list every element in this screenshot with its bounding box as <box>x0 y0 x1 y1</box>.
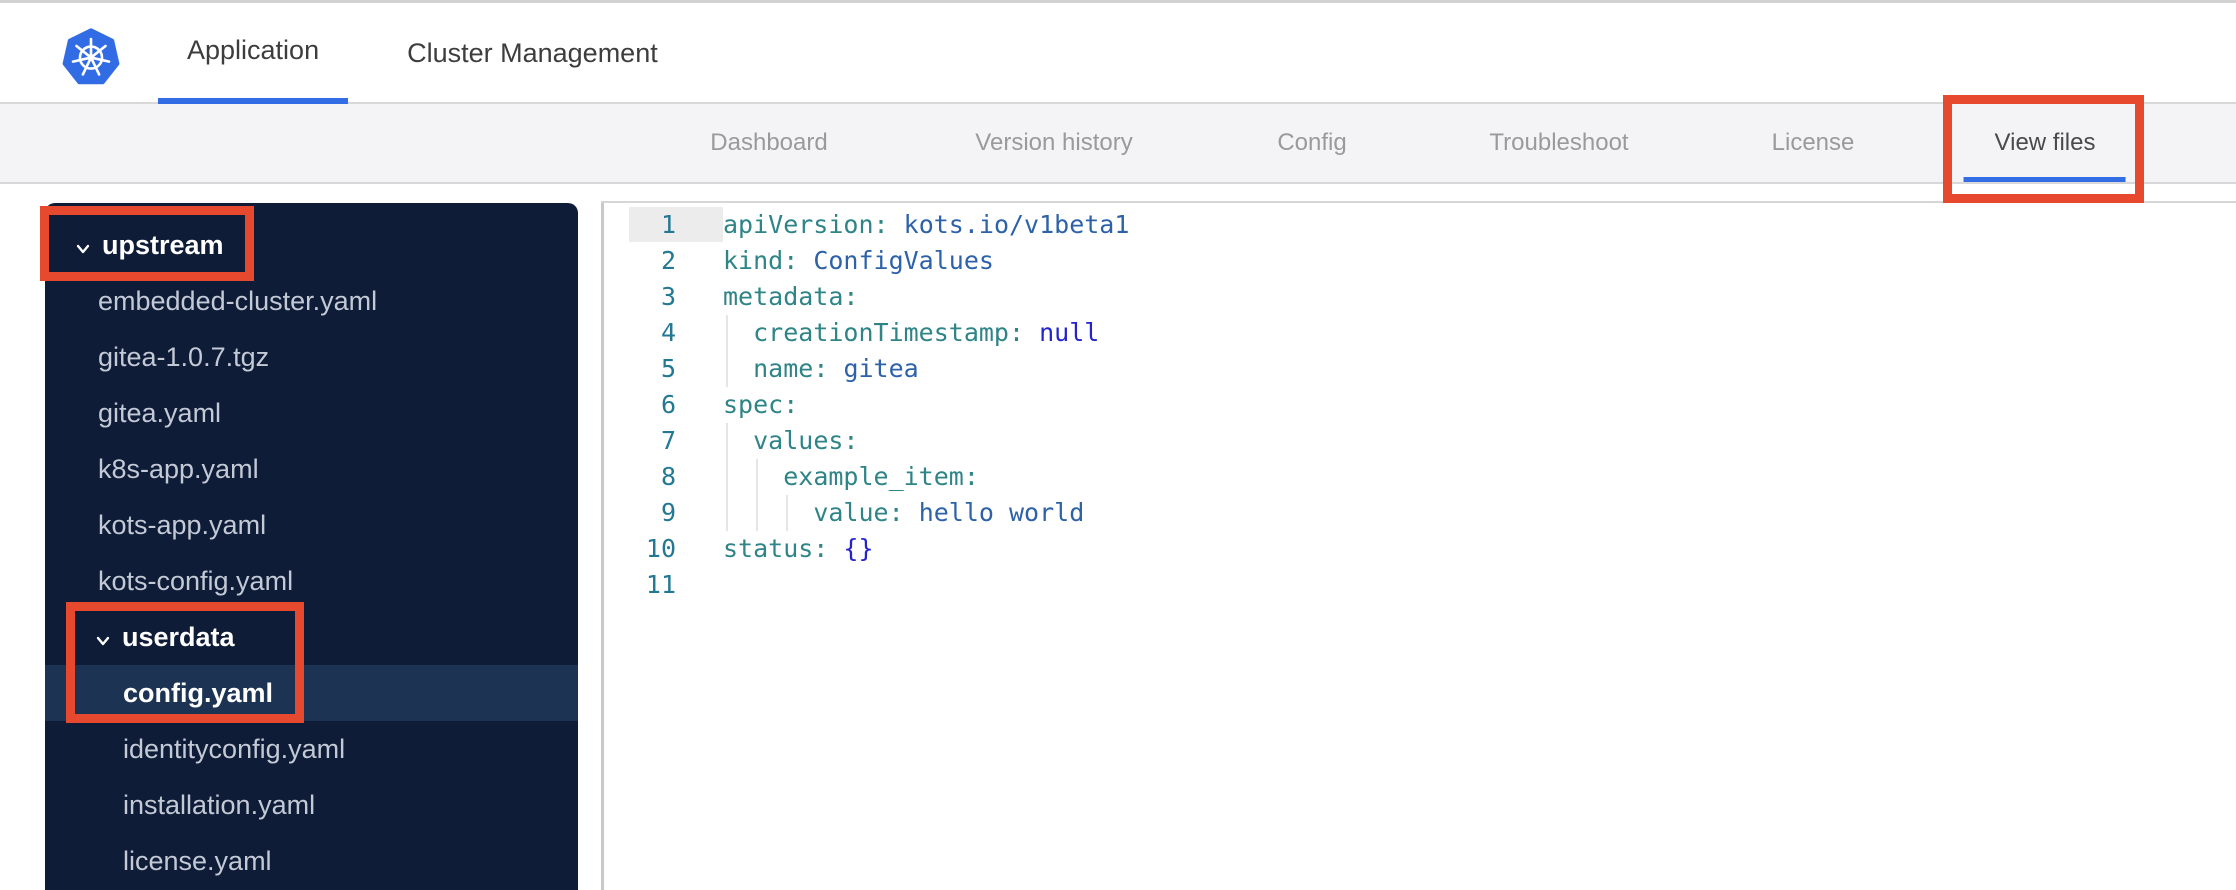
tree-item-config-yaml[interactable]: config.yaml <box>45 665 578 721</box>
kubernetes-logo-icon[interactable] <box>62 27 120 87</box>
indent-guide <box>756 459 759 495</box>
file-tree-sidebar: upstream embedded-cluster.yaml gitea-1.0.7… <box>45 203 578 890</box>
folder-label: userdata <box>122 621 235 652</box>
file-label: kots-app.yaml <box>98 509 267 540</box>
line-number: 11 <box>645 570 676 599</box>
topnav-tab-cluster-management[interactable]: Cluster Management <box>378 3 687 104</box>
code-text: example_item: <box>723 459 979 495</box>
code-text: name: gitea <box>723 351 919 387</box>
topnav-tab-application[interactable]: Application <box>158 3 349 104</box>
code-text: spec: <box>723 390 799 419</box>
code-line-5[interactable]: 5 name: gitea <box>605 351 2236 387</box>
file-label: license.yaml <box>123 845 272 876</box>
code-text: value: hello world <box>723 495 1084 531</box>
tree-item-license-yaml[interactable]: license.yaml <box>45 833 578 889</box>
file-label: embedded-cluster.yaml <box>98 285 378 316</box>
app-subnav: Dashboard Version history Config Troublesho… <box>0 104 2236 184</box>
tree-item-embedded-cluster-yaml[interactable]: embedded-cluster.yaml <box>45 273 578 329</box>
code-line-3[interactable]: 3 metadata: <box>605 279 2236 315</box>
file-label: kots-config.yaml <box>98 565 294 596</box>
code-text: values: <box>723 423 858 459</box>
tree-item-identityconfig-yaml[interactable]: identityconfig.yaml <box>45 721 578 777</box>
code-line-11[interactable]: 11 <box>605 567 2236 603</box>
subnav-tab-troubleshoot[interactable]: Troubleshoot <box>1489 104 1628 182</box>
code-line-2[interactable]: 2 kind: ConfigValues <box>605 243 2236 279</box>
tree-item-userdata[interactable]: userdata <box>45 609 578 665</box>
line-number: 2 <box>660 246 676 275</box>
line-number: 9 <box>660 498 676 527</box>
code-text: apiVersion: kots.io/v1beta1 <box>723 210 1130 239</box>
indent-guide <box>726 459 728 495</box>
code-editor[interactable]: 1 apiVersion: kots.io/v1beta1 2 kind: Confi… <box>605 203 2236 890</box>
tree-item-installation-yaml[interactable]: installation.yaml <box>45 777 578 833</box>
line-number: 3 <box>660 282 676 311</box>
code-line-1[interactable]: 1 apiVersion: kots.io/v1beta1 <box>605 207 2236 243</box>
code-text: metadata: <box>723 282 859 311</box>
indent-guide <box>726 423 728 459</box>
code-line-7[interactable]: 7 values: <box>605 423 2236 459</box>
tree-item-gitea-yaml[interactable]: gitea.yaml <box>45 385 578 441</box>
code-line-9[interactable]: 9 value: hello world <box>605 495 2236 531</box>
chevron-down-icon <box>93 627 113 647</box>
code-line-8[interactable]: 8 example_item: <box>605 459 2236 495</box>
file-label: k8s-app.yaml <box>98 453 259 484</box>
topnav-tabs: Application Cluster Management <box>158 3 687 104</box>
file-label: identityconfig.yaml <box>123 733 346 764</box>
code-text: kind: ConfigValues <box>723 246 994 275</box>
file-label: installation.yaml <box>123 789 316 820</box>
tree-item-gitea-1-0-7-tgz[interactable]: gitea-1.0.7.tgz <box>45 329 578 385</box>
line-number: 5 <box>660 354 676 383</box>
indent-guide <box>726 351 728 387</box>
code-text: status: {} <box>723 534 874 563</box>
sidebar-editor-divider <box>601 203 604 890</box>
line-number: 4 <box>660 318 676 347</box>
line-number: 10 <box>645 534 676 563</box>
line-number: 1 <box>660 210 676 239</box>
tree-item-kots-config-yaml[interactable]: kots-config.yaml <box>45 553 578 609</box>
top-navbar: Application Cluster Management <box>0 0 2236 104</box>
tree-item-upstream[interactable]: upstream <box>45 217 578 273</box>
subnav-tab-dashboard[interactable]: Dashboard <box>710 104 827 182</box>
line-number: 8 <box>660 462 676 491</box>
subnav-tab-version-history[interactable]: Version history <box>975 104 1132 182</box>
indent-guide <box>726 315 728 351</box>
file-label: config.yaml <box>123 677 274 708</box>
code-line-10[interactable]: 10 status: {} <box>605 531 2236 567</box>
line-number: 7 <box>660 426 676 455</box>
line-number: 6 <box>660 390 676 419</box>
file-label: gitea.yaml <box>98 397 222 428</box>
code-line-4[interactable]: 4 creationTimestamp: null <box>605 315 2236 351</box>
tree-item-kots-app-yaml[interactable]: kots-app.yaml <box>45 497 578 553</box>
subnav-tab-config[interactable]: Config <box>1277 104 1346 182</box>
code-line-6[interactable]: 6 spec: <box>605 387 2236 423</box>
file-label: gitea-1.0.7.tgz <box>98 341 270 372</box>
folder-label: upstream <box>102 229 224 260</box>
indent-guide <box>756 495 759 531</box>
subnav-tab-license[interactable]: License <box>1772 104 1855 182</box>
subnav-tab-view-files[interactable]: View files <box>1995 104 2096 182</box>
chevron-down-icon <box>73 235 93 255</box>
indent-guide <box>726 495 728 531</box>
tree-item-k8s-app-yaml[interactable]: k8s-app.yaml <box>45 441 578 497</box>
code-text: creationTimestamp: null <box>723 315 1099 351</box>
indent-guide <box>786 495 789 531</box>
